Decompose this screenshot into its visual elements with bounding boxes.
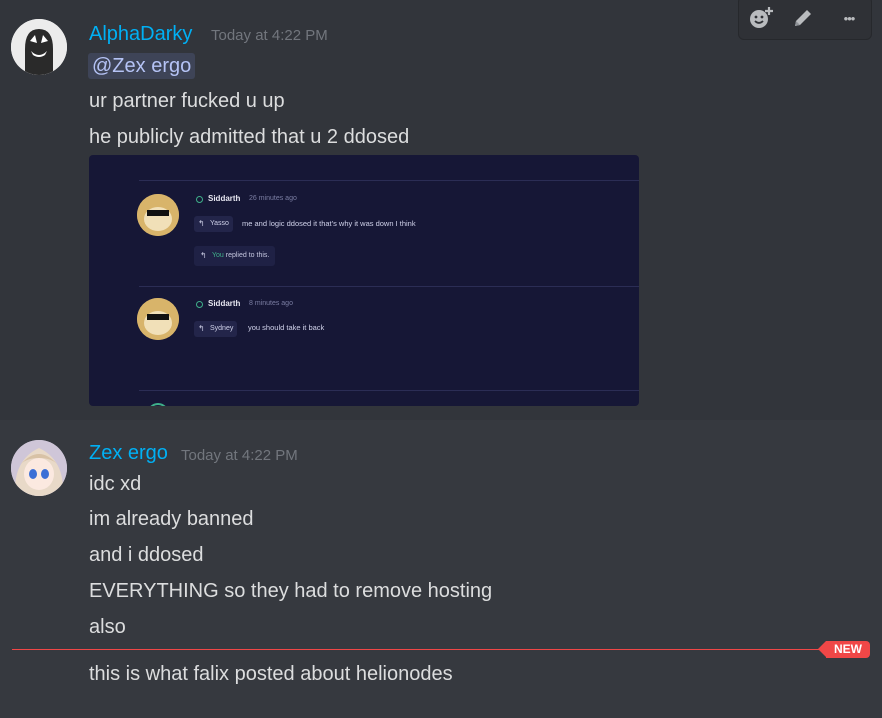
- message-line: he publicly admitted that u 2 ddosed: [89, 126, 410, 148]
- anime-girl-avatar-icon: [11, 440, 67, 496]
- doge-avatar-icon: [137, 298, 179, 340]
- message-timestamp[interactable]: Today at 4:22 PM: [181, 447, 298, 464]
- image-attachment[interactable]: Siddarth 26 minutes ago ↰ Yasso me and lo…: [89, 155, 639, 406]
- embed-divider: [139, 286, 639, 287]
- embed-replied-note: ↰ You replied to this.: [194, 246, 276, 266]
- more-icon[interactable]: •••: [835, 4, 863, 32]
- message-author-name[interactable]: AlphaDarky: [89, 23, 192, 46]
- message-line: and i ddosed: [89, 544, 204, 566]
- message-line: idc xd: [89, 473, 142, 495]
- embed-time: 26 minutes ago: [249, 195, 297, 202]
- message-line: im already banned: [89, 508, 254, 530]
- reply-arrow-icon: ↰: [198, 324, 205, 333]
- reply-arrow-icon: ↰: [200, 251, 207, 260]
- new-messages-divider: [12, 649, 827, 650]
- embed-time: 8 minutes ago: [249, 300, 293, 307]
- message-line: ur partner fucked u up: [89, 90, 285, 112]
- add-reaction-icon[interactable]: [747, 4, 775, 32]
- embed-divider: [139, 390, 639, 391]
- edit-icon[interactable]: [789, 4, 817, 32]
- embed-reply-chip: ↰ Yasso: [194, 216, 233, 232]
- message-author-name[interactable]: Zex ergo: [89, 442, 168, 465]
- embed-author: Siddarth: [208, 194, 241, 203]
- embed-reply-chip: ↰ Sydney: [194, 321, 238, 337]
- doge-avatar-icon: [137, 194, 179, 236]
- reply-arrow-icon: ↰: [198, 219, 205, 228]
- message-timestamp[interactable]: Today at 4:22 PM: [211, 27, 328, 44]
- message-line: also: [89, 616, 126, 638]
- embed-author: Siddarth: [208, 299, 241, 308]
- embed-divider: [139, 180, 639, 181]
- message-line: EVERYTHING so they had to remove hosting: [89, 580, 493, 602]
- zex-ergo-avatar[interactable]: [11, 440, 67, 496]
- embed-message-text: me and logic ddosed it that's why it was…: [242, 219, 416, 228]
- new-messages-badge[interactable]: NEW: [818, 641, 870, 658]
- user-mention[interactable]: @Zex ergo: [88, 53, 196, 79]
- message-actions-toolbar: •••: [738, 0, 872, 40]
- status-dot-icon: [196, 301, 203, 308]
- embed-message-text: you should take it back: [248, 323, 325, 332]
- message-line: this is what falix posted about helionod…: [89, 663, 453, 685]
- status-ring-icon: [147, 403, 169, 406]
- alphadarky-avatar[interactable]: [11, 19, 67, 75]
- status-dot-icon: [196, 196, 203, 203]
- masked-figure-avatar-icon: [11, 19, 67, 75]
